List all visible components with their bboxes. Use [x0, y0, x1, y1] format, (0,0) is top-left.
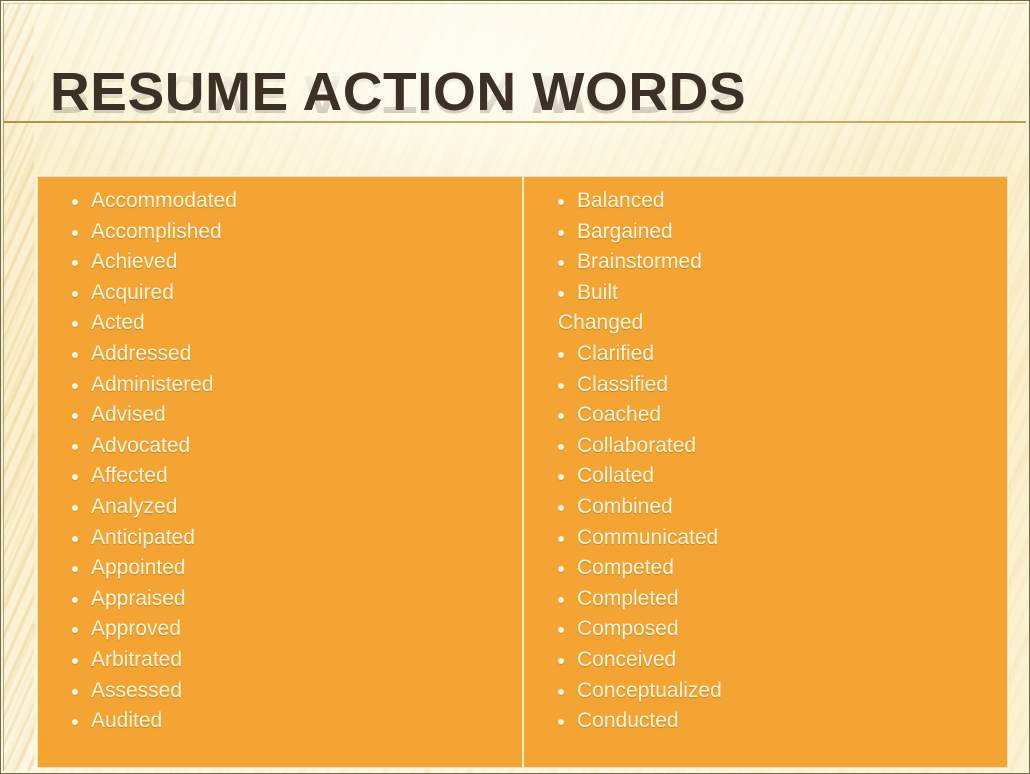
list-item: Audited: [56, 706, 522, 737]
action-words-panel: Accommodated Accomplished Achieved Acquired…: [37, 176, 1008, 768]
list-item: Acted: [56, 308, 522, 339]
list-item: Appraised: [56, 584, 522, 615]
left-word-list: Accommodated Accomplished Achieved Acquired…: [38, 186, 522, 737]
slide-title-block: RESUME ACTION WORDS RESUME ACTION WORDS: [0, 62, 1030, 172]
list-item: Combined: [542, 492, 1007, 523]
list-item: Approved: [56, 614, 522, 645]
list-item: Appointed: [56, 553, 522, 584]
list-item: Advocated: [56, 431, 522, 462]
list-item: Classified: [542, 370, 1007, 401]
list-item: Conducted: [542, 706, 1007, 737]
list-item: Changed: [558, 311, 644, 335]
list-item: Competed: [542, 553, 1007, 584]
list-item: Administered: [56, 370, 522, 401]
presentation-slide: RESUME ACTION WORDS RESUME ACTION WORDS …: [0, 0, 1030, 774]
list-item: Addressed: [56, 339, 522, 370]
list-item: Acquired: [56, 278, 522, 309]
list-item: Bargained: [542, 217, 1007, 248]
list-item: Accomplished: [56, 217, 522, 248]
list-item: Completed: [542, 584, 1007, 615]
list-item: Communicated: [542, 523, 1007, 554]
left-column-panel: Accommodated Accomplished Achieved Acquired…: [38, 177, 524, 767]
right-word-list: Balanced Bargained Brainstormed Built Change…: [524, 186, 1007, 737]
list-item: Analyzed: [56, 492, 522, 523]
list-item: Arbitrated: [56, 645, 522, 676]
list-item: Conceptualized: [542, 676, 1007, 707]
list-item: Coached: [542, 400, 1007, 431]
list-item: Brainstormed: [542, 247, 1007, 278]
list-item: Affected: [56, 461, 522, 492]
list-item: Achieved: [56, 247, 522, 278]
list-item: Advised: [56, 400, 522, 431]
title-divider-rule: [4, 121, 1026, 123]
list-item: Collaborated: [542, 431, 1007, 462]
list-item: Accommodated: [56, 186, 522, 217]
list-item: Anticipated: [56, 523, 522, 554]
list-item: Composed: [542, 614, 1007, 645]
list-item: Collated: [542, 461, 1007, 492]
list-item: Balanced: [542, 186, 1007, 217]
right-column-panel: Balanced Bargained Brainstormed Built Change…: [524, 177, 1007, 767]
list-item: Clarified: [542, 339, 1007, 370]
list-item: Conceived: [542, 645, 1007, 676]
page-title: RESUME ACTION WORDS: [50, 62, 747, 122]
list-item: Assessed: [56, 676, 522, 707]
list-item: Built: [542, 278, 1007, 309]
